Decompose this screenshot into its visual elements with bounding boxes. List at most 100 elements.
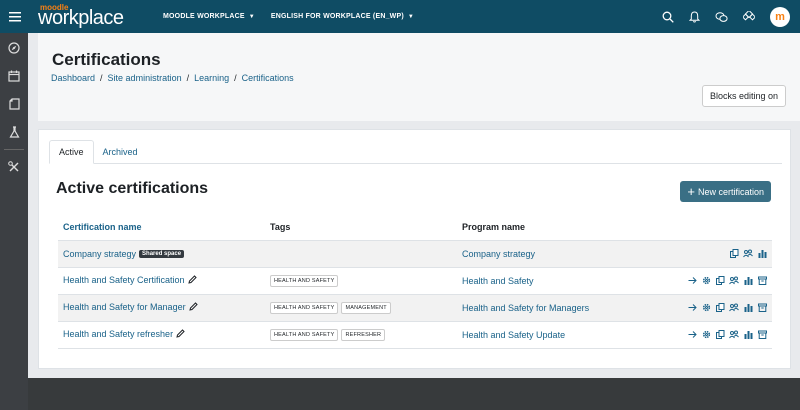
program-link[interactable]: Health and Safety for Managers — [462, 303, 589, 313]
cell-tags: HEALTH AND SAFETY — [265, 267, 457, 295]
column-header-actions — [667, 214, 772, 241]
cell-tags: HEALTH AND SAFETY REFRESHER — [265, 321, 457, 349]
column-header-name[interactable]: Certification name — [58, 214, 265, 241]
archive-icon[interactable] — [757, 330, 767, 340]
tag[interactable]: MANAGEMENT — [341, 302, 391, 314]
program-link[interactable]: Health and Safety Update — [462, 330, 565, 340]
cell-name: Health and Safety refresher — [58, 321, 265, 349]
drawer-item-files[interactable] — [0, 90, 28, 118]
certification-link[interactable]: Company strategy — [63, 249, 136, 259]
table-header-row: Certification name Tags Program name — [58, 214, 772, 241]
breadcrumb-dashboard[interactable]: Dashboard — [51, 73, 95, 83]
cell-actions — [667, 321, 772, 349]
arrow-right-icon[interactable] — [687, 303, 697, 313]
drawer-item-lab[interactable] — [0, 118, 28, 146]
table-row: Health and Safety refresher HEALTH AND S… — [58, 321, 772, 349]
breadcrumb-site-administration[interactable]: Site administration — [108, 73, 182, 83]
drawer-item-calendar[interactable] — [0, 62, 28, 90]
gear-icon[interactable] — [701, 330, 711, 340]
nav-right: m — [662, 0, 790, 33]
bar-chart-icon[interactable] — [743, 303, 753, 313]
messages-icon[interactable] — [715, 11, 728, 23]
new-certification-label: New certification — [697, 186, 764, 197]
site-logo[interactable]: moodle workplace — [30, 0, 160, 33]
tools-icon — [8, 161, 19, 172]
plus-icon: + — [687, 184, 695, 199]
copy-icon[interactable] — [729, 249, 739, 259]
tag[interactable]: HEALTH AND SAFETY — [270, 302, 339, 314]
copy-icon[interactable] — [715, 330, 725, 340]
gear-icon[interactable] — [701, 303, 711, 313]
breadcrumb: Dashboard / Site administration / Learni… — [51, 73, 294, 83]
table-row: Company strategy Shared space Company str… — [58, 240, 772, 268]
main-card: Active Archived Active certifications + … — [38, 129, 791, 369]
drawer-item-explore[interactable] — [0, 34, 28, 62]
cell-name: Company strategy Shared space — [58, 240, 265, 268]
users-icon[interactable] — [729, 330, 739, 340]
program-link[interactable]: Health and Safety — [462, 276, 534, 286]
table-row: Health and Safety Certification HEALTH A… — [58, 267, 772, 295]
breadcrumb-separator: / — [186, 73, 190, 83]
cell-tags — [265, 240, 457, 268]
new-certification-button[interactable]: + New certification — [680, 181, 771, 202]
tabs: Active Archived — [49, 140, 782, 164]
copy-icon[interactable] — [715, 303, 725, 313]
pencil-icon[interactable] — [188, 302, 198, 313]
page-title: Certifications — [52, 50, 161, 69]
row-actions — [672, 303, 767, 313]
pencil-icon[interactable] — [187, 275, 197, 286]
menu-language[interactable]: ENGLISH FOR WORKPLACE (EN_WP) ▼ — [271, 13, 414, 20]
breadcrumb-certifications[interactable]: Certifications — [242, 73, 294, 83]
menu-toggle-button[interactable] — [0, 0, 30, 33]
tag[interactable]: HEALTH AND SAFETY — [270, 275, 339, 287]
breadcrumb-separator: / — [100, 73, 103, 83]
archive-icon[interactable] — [757, 303, 767, 313]
bell-icon[interactable] — [689, 10, 700, 23]
cell-actions — [667, 294, 772, 322]
row-actions — [672, 330, 767, 340]
blocks-editing-button[interactable]: Blocks editing on — [701, 85, 786, 107]
users-icon[interactable] — [729, 303, 739, 313]
section-title: Active certifications — [56, 180, 209, 197]
bar-chart-icon[interactable] — [757, 249, 767, 259]
certifications-table: Certification name Tags Program name Com… — [58, 214, 772, 349]
cell-program: Health and Safety — [457, 267, 667, 295]
table-row: Health and Safety for Manager HEALTH AND… — [58, 294, 772, 322]
gear-icon[interactable] — [701, 276, 711, 286]
left-drawer — [0, 33, 28, 410]
breadcrumb-learning[interactable]: Learning — [194, 73, 229, 83]
navbar: moodle workplace MOODLE WORKPLACE ▼ ENGL… — [0, 0, 800, 33]
pencil-icon[interactable] — [176, 329, 185, 340]
row-actions — [672, 249, 767, 259]
certification-link[interactable]: Health and Safety for Manager — [63, 302, 186, 312]
certification-link[interactable]: Health and Safety refresher — [63, 329, 173, 339]
cell-tags: HEALTH AND SAFETY MANAGEMENT — [265, 294, 457, 322]
drawer-separator — [4, 149, 24, 150]
cell-program: Company strategy — [457, 240, 667, 268]
search-icon[interactable] — [662, 11, 674, 23]
certification-link[interactable]: Health and Safety Certification — [63, 275, 185, 285]
bar-chart-icon[interactable] — [743, 330, 753, 340]
users-icon[interactable] — [729, 276, 739, 286]
flask-icon — [8, 126, 20, 138]
tag[interactable]: HEALTH AND SAFETY — [270, 329, 339, 341]
caret-down-icon: ▼ — [248, 13, 255, 20]
avatar[interactable]: m — [770, 6, 790, 27]
menu-tenant[interactable]: MOODLE WORKPLACE ▼ — [163, 13, 255, 20]
tab-active[interactable]: Active — [49, 140, 94, 164]
users-icon[interactable] — [743, 249, 753, 259]
compass-icon — [8, 42, 20, 54]
primary-nav: MOODLE WORKPLACE ▼ ENGLISH FOR WORKPLACE… — [163, 13, 430, 20]
arrow-right-icon[interactable] — [687, 330, 697, 340]
breadcrumb-separator: / — [234, 73, 237, 83]
drawer-item-admin[interactable] — [0, 153, 28, 181]
arrow-right-icon[interactable] — [687, 276, 697, 286]
tab-archived[interactable]: Archived — [94, 140, 147, 164]
copy-icon[interactable] — [715, 276, 725, 286]
bar-chart-icon[interactable] — [743, 276, 753, 286]
apps-icon[interactable] — [743, 10, 755, 23]
row-actions — [672, 276, 767, 286]
program-link[interactable]: Company strategy — [462, 249, 535, 259]
archive-icon[interactable] — [757, 276, 767, 286]
tag[interactable]: REFRESHER — [341, 329, 386, 341]
